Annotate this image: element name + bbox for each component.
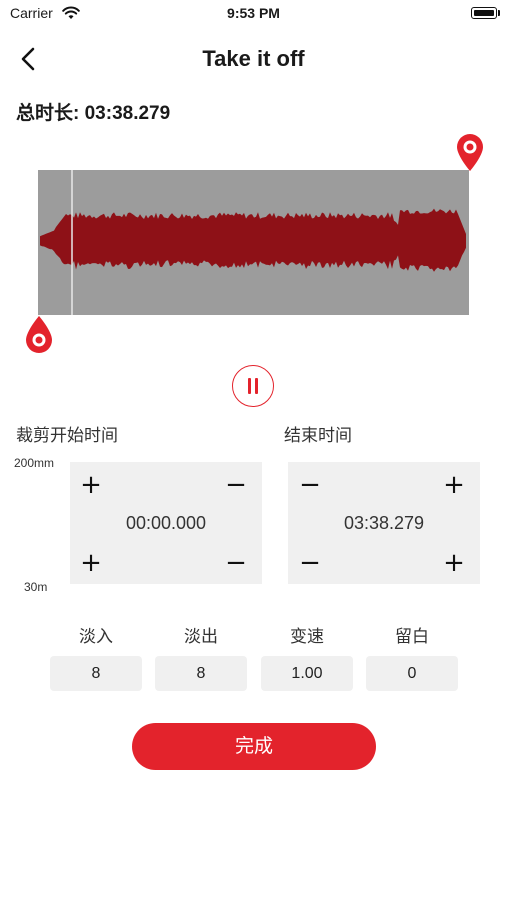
fade-out-label: 淡出 — [184, 627, 218, 647]
battery-tip — [498, 10, 500, 16]
start-marker-pin-icon[interactable] — [24, 315, 54, 359]
speed-field[interactable]: 1.00 — [261, 656, 353, 691]
fade-in-label: 淡入 — [79, 627, 113, 647]
end-fine-minus-button[interactable]: − — [298, 550, 322, 576]
silence-label: 留白 — [395, 627, 429, 647]
trim-end-label: 结束时间 — [284, 426, 352, 446]
start-coarse-plus-button[interactable]: + — [79, 472, 103, 498]
start-time-value: 00:00.000 — [125, 513, 207, 533]
battery-icon — [471, 7, 497, 19]
start-fine-plus-button[interactable]: + — [79, 550, 103, 576]
waveform-graphic — [40, 170, 466, 315]
done-button[interactable]: 完成 — [132, 723, 376, 770]
scale-bottom-label: 30m — [24, 580, 48, 594]
fade-out-field[interactable]: 8 — [155, 656, 247, 691]
end-coarse-minus-button[interactable]: − — [298, 472, 322, 498]
page-title: Take it off — [202, 46, 305, 71]
end-coarse-plus-button[interactable]: + — [442, 472, 466, 498]
speed-label: 变速 — [290, 627, 324, 647]
pause-button[interactable] — [232, 365, 274, 407]
end-time-value: 03:38.279 — [343, 513, 425, 533]
total-duration: 总时长: 03:38.279 — [16, 103, 171, 124]
scale-top-label: 200mm — [14, 456, 55, 470]
end-fine-plus-button[interactable]: + — [442, 550, 466, 576]
silence-field[interactable]: 0 — [366, 656, 458, 691]
trim-start-label: 裁剪开始时间 — [16, 426, 118, 446]
waveform-shape — [40, 208, 466, 272]
clock: 9:53 PM — [227, 5, 280, 21]
start-fine-minus-button[interactable]: − — [224, 550, 248, 576]
end-marker-pin-icon[interactable] — [455, 132, 485, 176]
start-coarse-minus-button[interactable]: − — [224, 472, 248, 498]
fade-in-field[interactable]: 8 — [50, 656, 142, 691]
